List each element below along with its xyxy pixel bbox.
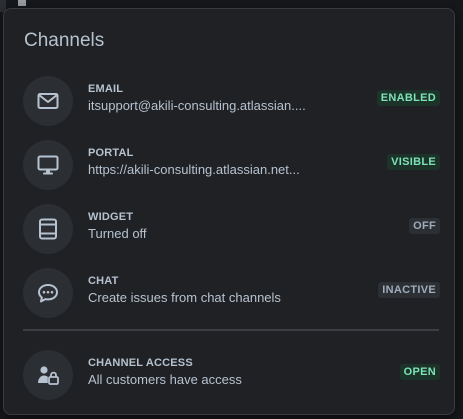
channel-access-description: All customers have access xyxy=(88,372,242,387)
channel-row-widget[interactable]: WIDGET Turned off OFF xyxy=(4,199,454,261)
channel-access-label: CHANNEL ACCESS xyxy=(88,357,193,369)
channel-label: EMAIL xyxy=(88,83,124,95)
channel-description: itsupport@akili-consulting.atlassian.... xyxy=(88,98,306,113)
status-badge: OFF xyxy=(409,218,440,234)
panel-title: Channels xyxy=(24,30,105,51)
chat-bubble-icon xyxy=(23,268,73,318)
channel-description: Create issues from chat channels xyxy=(88,290,281,305)
background-element xyxy=(18,0,26,6)
person-lock-icon xyxy=(23,350,73,400)
channel-description: Turned off xyxy=(88,226,147,241)
status-badge: ENABLED xyxy=(376,90,440,106)
channel-row-email[interactable]: EMAIL itsupport@akili-consulting.atlassi… xyxy=(4,71,454,133)
channel-label: PORTAL xyxy=(88,147,134,159)
channel-label: WIDGET xyxy=(88,211,134,223)
status-badge: OPEN xyxy=(399,364,440,380)
channel-row-chat[interactable]: CHAT Create issues from chat channels IN… xyxy=(4,263,454,325)
status-badge: VISIBLE xyxy=(387,154,440,170)
channel-description: https://akili-consulting.atlassian.net..… xyxy=(88,162,300,177)
status-badge: INACTIVE xyxy=(378,282,440,298)
channels-panel: Channels EMAIL itsupport@akili-consultin… xyxy=(3,8,455,415)
channel-label: CHAT xyxy=(88,275,119,287)
monitor-icon xyxy=(23,140,73,190)
envelope-icon xyxy=(23,76,73,126)
channel-row-portal[interactable]: PORTAL https://akili-consulting.atlassia… xyxy=(4,135,454,197)
divider xyxy=(23,329,439,331)
widget-icon xyxy=(23,204,73,254)
channel-access-row[interactable]: CHANNEL ACCESS All customers have access… xyxy=(4,345,454,407)
